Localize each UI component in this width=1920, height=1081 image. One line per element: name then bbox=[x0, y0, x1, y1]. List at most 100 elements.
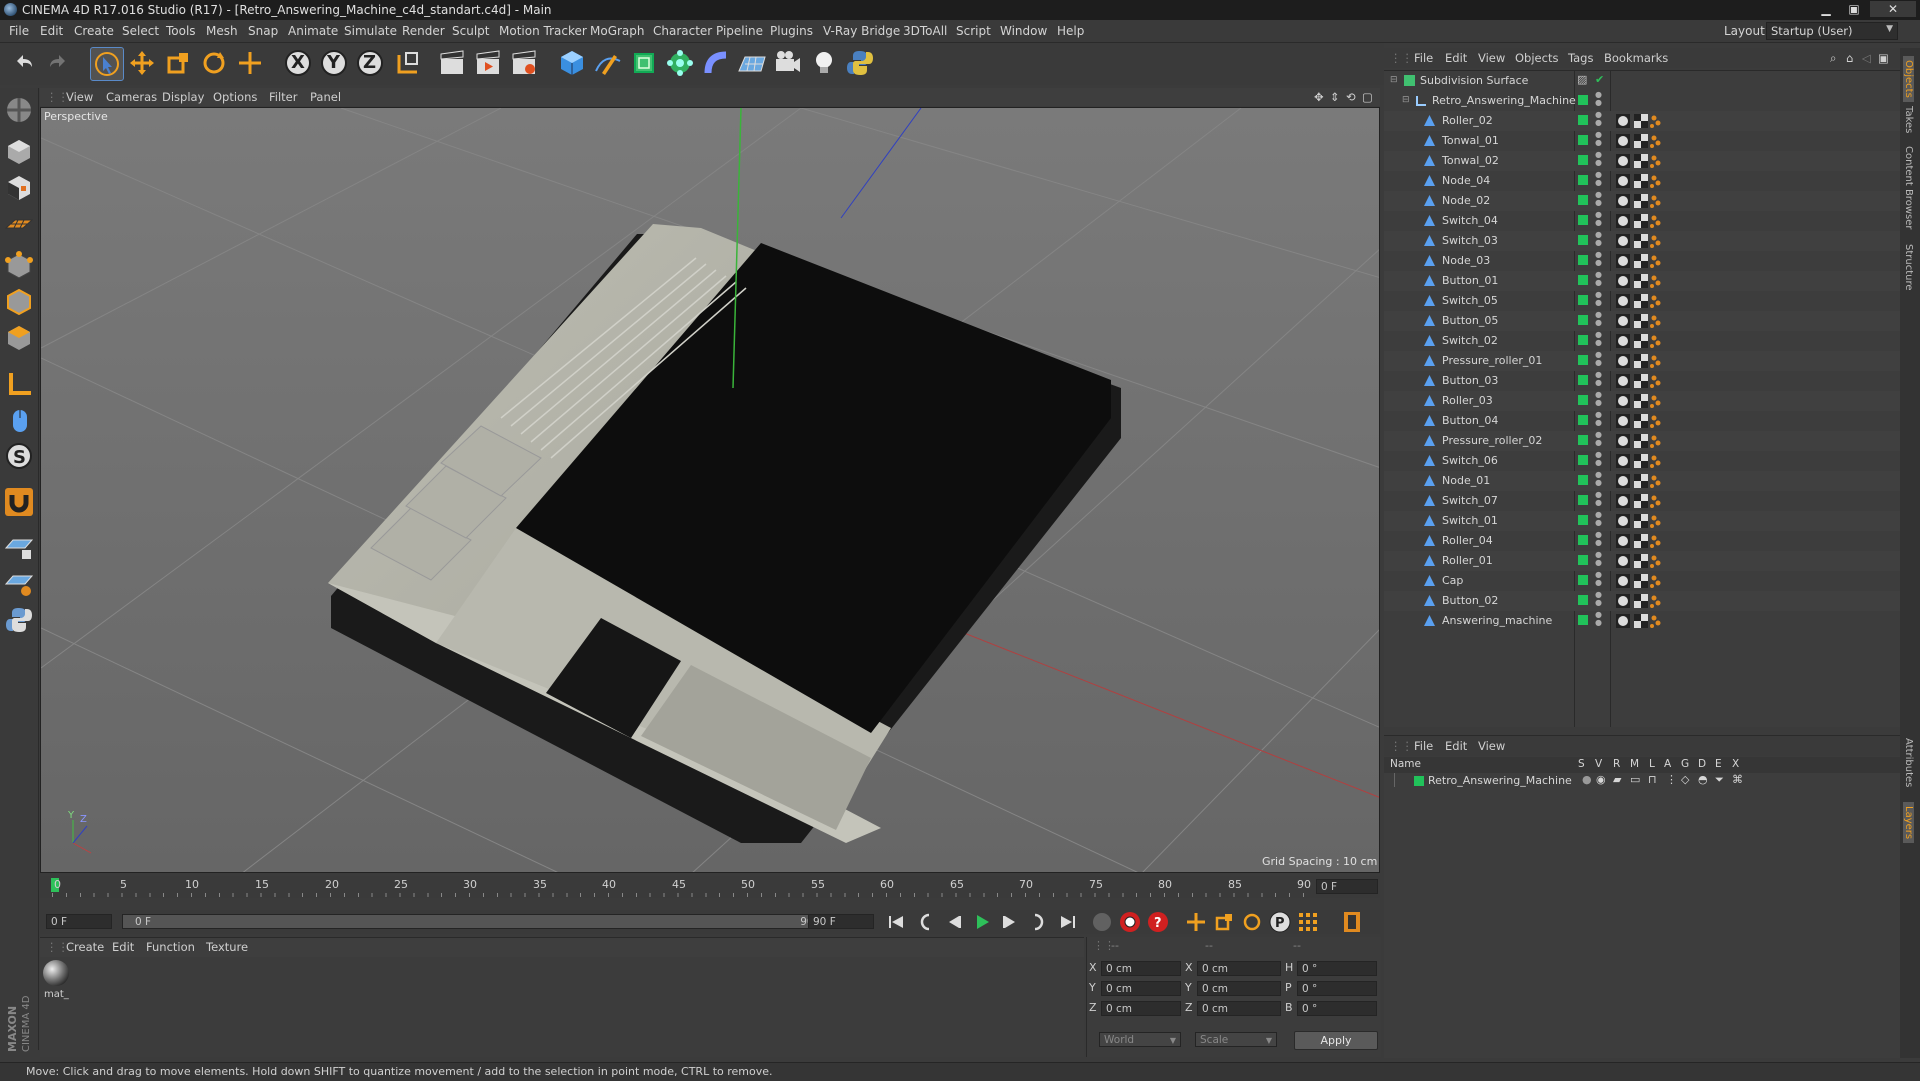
menu-create[interactable]: Create bbox=[74, 24, 114, 38]
menu-help[interactable]: Help bbox=[1057, 24, 1084, 38]
layout-dropdown[interactable]: Startup (User) ▼ bbox=[1766, 22, 1898, 40]
key-position-button[interactable] bbox=[1184, 910, 1208, 934]
axis-mode-button[interactable] bbox=[3, 368, 35, 400]
object-name[interactable]: Cap bbox=[1442, 574, 1463, 587]
object-tags[interactable] bbox=[1616, 213, 1674, 229]
search-icon[interactable]: ⌕ bbox=[1830, 51, 1836, 66]
object-tags[interactable] bbox=[1616, 193, 1674, 209]
size-x-field[interactable]: 0 cm bbox=[1197, 961, 1281, 976]
menu-3dtoall[interactable]: 3DToAll bbox=[903, 24, 947, 38]
object-menu-file[interactable]: File bbox=[1414, 51, 1433, 65]
layer-menu-file[interactable]: File bbox=[1414, 739, 1433, 753]
render-clapper-icon[interactable]: ▰ bbox=[1613, 773, 1621, 786]
object-row[interactable]: Roller_01 ● ● bbox=[1384, 551, 1900, 571]
material-name[interactable]: mat_ bbox=[44, 989, 69, 1000]
snap-button[interactable]: S bbox=[3, 440, 35, 472]
python-button[interactable] bbox=[844, 47, 876, 79]
object-row[interactable]: Tonwal_02 ● ● bbox=[1384, 151, 1900, 171]
layer-color-swatch[interactable] bbox=[1578, 355, 1588, 365]
layer-color-swatch[interactable] bbox=[1578, 455, 1588, 465]
object-name[interactable]: Switch_04 bbox=[1442, 214, 1498, 227]
maximize-button[interactable]: ▣ bbox=[1842, 1, 1866, 17]
key-scale-button[interactable] bbox=[1212, 910, 1236, 934]
menu-script[interactable]: Script bbox=[956, 24, 991, 38]
layer-col-solo[interactable]: S bbox=[1578, 758, 1585, 770]
visibility-dots[interactable]: ● ● bbox=[1595, 391, 1602, 407]
viewport-menu-display[interactable]: Display bbox=[162, 90, 204, 104]
light-object-button[interactable] bbox=[808, 47, 840, 79]
object-tags[interactable] bbox=[1616, 173, 1674, 189]
python-script-button[interactable] bbox=[3, 604, 35, 636]
object-name[interactable]: Switch_07 bbox=[1442, 494, 1498, 507]
mograph-cloner-button[interactable] bbox=[664, 47, 696, 79]
menu-character[interactable]: Character bbox=[653, 24, 712, 38]
visibility-dots[interactable]: ● ● bbox=[1595, 91, 1602, 107]
object-row[interactable]: Button_05 ● ● bbox=[1384, 311, 1900, 331]
object-row[interactable]: Node_04 ● ● bbox=[1384, 171, 1900, 191]
layer-color-swatch[interactable] bbox=[1578, 275, 1588, 285]
object-row[interactable]: Roller_02 ● ● bbox=[1384, 111, 1900, 131]
keyframe-selection-button[interactable] bbox=[1090, 910, 1114, 934]
object-menu-tags[interactable]: Tags bbox=[1568, 51, 1593, 65]
layer-col-animation[interactable]: A bbox=[1664, 758, 1671, 770]
coordinate-mode-dropdown[interactable]: World ▼ bbox=[1099, 1032, 1181, 1047]
object-name[interactable]: Button_05 bbox=[1442, 314, 1498, 327]
visibility-dots[interactable]: ● ● bbox=[1595, 491, 1602, 507]
object-name[interactable]: Pressure_roller_01 bbox=[1442, 354, 1542, 367]
polygons-mode-button[interactable] bbox=[3, 322, 35, 354]
menu-simulate[interactable]: Simulate bbox=[344, 24, 397, 38]
object-row[interactable]: Switch_03 ● ● bbox=[1384, 231, 1900, 251]
axis-y-button[interactable]: Y bbox=[318, 47, 350, 79]
apply-button[interactable]: Apply bbox=[1294, 1031, 1378, 1050]
material-swatch[interactable] bbox=[43, 960, 69, 986]
layer-color-swatch[interactable] bbox=[1578, 475, 1588, 485]
object-tags[interactable] bbox=[1616, 513, 1674, 529]
layer-color-swatch[interactable] bbox=[1578, 295, 1588, 305]
layer-color-swatch[interactable] bbox=[1578, 255, 1588, 265]
object-tags[interactable] bbox=[1616, 153, 1674, 169]
object-tags[interactable] bbox=[1616, 613, 1674, 629]
layer-color-swatch[interactable] bbox=[1578, 415, 1588, 425]
live-select-button[interactable] bbox=[234, 47, 266, 79]
visibility-dots[interactable]: ● ● bbox=[1595, 191, 1602, 207]
tab-takes[interactable]: Takes bbox=[1903, 106, 1914, 133]
minimize-button[interactable]: ▁ bbox=[1814, 1, 1838, 17]
object-name[interactable]: Pressure_roller_02 bbox=[1442, 434, 1542, 447]
object-row[interactable]: Switch_05 ● ● bbox=[1384, 291, 1900, 311]
magnet-snap-button[interactable] bbox=[3, 486, 35, 518]
tab-objects[interactable]: Objects bbox=[1903, 56, 1914, 102]
object-row[interactable]: Button_02 ● ● bbox=[1384, 591, 1900, 611]
layer-color-swatch[interactable] bbox=[1578, 595, 1588, 605]
visibility-dots[interactable]: ● ● bbox=[1595, 471, 1602, 487]
close-button[interactable]: ✕ bbox=[1870, 1, 1916, 17]
object-name[interactable]: Switch_06 bbox=[1442, 454, 1498, 467]
object-row[interactable]: Node_02 ● ● bbox=[1384, 191, 1900, 211]
visibility-dots[interactable]: ● ● bbox=[1595, 511, 1602, 527]
layer-col-manager[interactable]: M bbox=[1630, 758, 1639, 770]
size-z-field[interactable]: 0 cm bbox=[1197, 1001, 1281, 1016]
visibility-dots[interactable]: ● ● bbox=[1595, 271, 1602, 287]
object-row[interactable]: Roller_03 ● ● bbox=[1384, 391, 1900, 411]
object-tags[interactable] bbox=[1616, 393, 1674, 409]
visibility-dots[interactable]: ● ● bbox=[1595, 611, 1602, 627]
layer-name[interactable]: Retro_Answering_Machine bbox=[1428, 774, 1572, 787]
material-menu-create[interactable]: Create bbox=[66, 940, 104, 954]
object-row[interactable]: Pressure_roller_02 ● ● bbox=[1384, 431, 1900, 451]
menu-file[interactable]: File bbox=[9, 24, 29, 38]
menu-animate[interactable]: Animate bbox=[288, 24, 338, 38]
new-window-icon[interactable]: ▣ bbox=[1878, 51, 1889, 65]
viewport-menu-filter[interactable]: Filter bbox=[269, 90, 297, 104]
object-tags[interactable] bbox=[1616, 253, 1674, 269]
grid-settings-button[interactable] bbox=[3, 568, 35, 600]
model-mode-button[interactable] bbox=[3, 136, 35, 168]
layer-color-swatch[interactable] bbox=[1578, 615, 1588, 625]
points-mode-button[interactable] bbox=[3, 250, 35, 282]
layer-col-xref[interactable]: X bbox=[1732, 758, 1739, 770]
collapse-icon[interactable]: ⊟ bbox=[1402, 95, 1413, 106]
collapse-icon[interactable]: ⊟ bbox=[1390, 75, 1401, 86]
layer-color-swatch[interactable] bbox=[1578, 435, 1588, 445]
layer-color-swatch[interactable] bbox=[1578, 155, 1588, 165]
layer-color-swatch[interactable] bbox=[1578, 115, 1588, 125]
workplane-mode-button[interactable] bbox=[3, 208, 35, 240]
enabled-check-icon[interactable]: ✔ bbox=[1595, 73, 1604, 86]
